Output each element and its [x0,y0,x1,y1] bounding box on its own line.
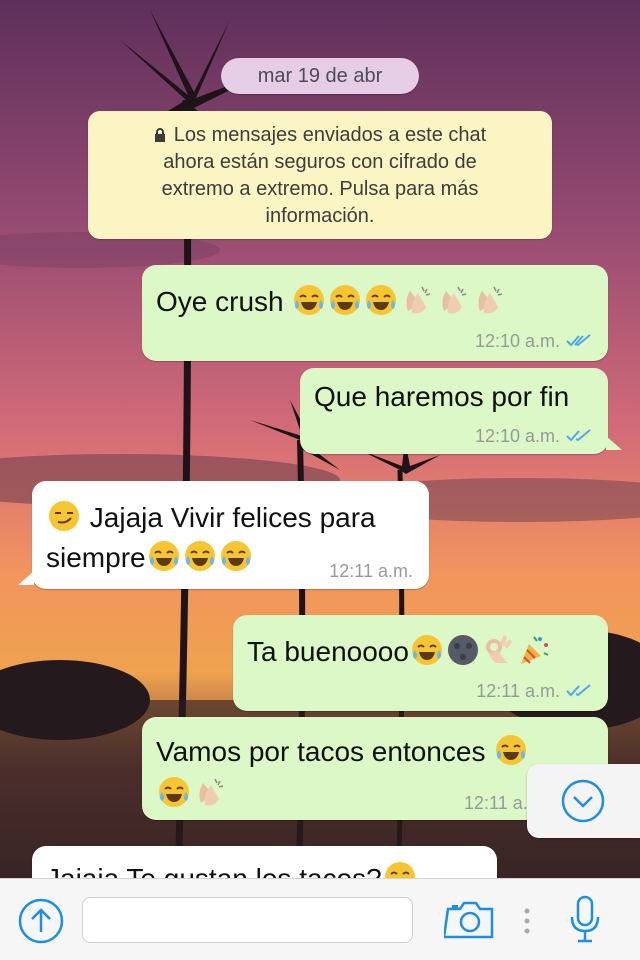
upload-icon[interactable] [17,897,65,945]
camera-icon[interactable] [444,899,496,941]
bubble-tail [18,571,34,585]
read-receipt-icon [566,334,591,347]
ok-hand-emoji-icon [485,635,512,663]
joy-emoji-icon [220,541,251,571]
message-bubble-outgoing[interactable]: Oye crush 12:10 a.m. [142,265,608,361]
encryption-notice-line: información. [265,205,375,227]
microphone-icon[interactable] [568,895,602,945]
message-meta: 12:10 a.m. [475,331,592,352]
joy-emoji-icon [496,735,527,765]
message-bubble-incoming[interactable]: Jajaja Vivir felices para siempre 12:11 … [18,481,429,589]
joy-emoji-icon [294,285,325,315]
message-text [156,775,228,813]
party-popper-emoji-icon [520,636,549,664]
lock-icon [154,128,165,142]
message-meta: 12:10 a.m. [475,426,592,447]
message-bubble-outgoing[interactable]: Que haremos por fin 12:10 a.m. [300,368,622,454]
encryption-notice[interactable]: Los mensajes enviados a este chat ahora … [88,111,552,239]
read-receipt-icon [566,429,591,442]
read-receipt-icon [566,684,591,697]
message-text: Jajaja Te gustan los tacos? [46,860,418,878]
message-bubble-incoming[interactable]: Jajaja Te gustan los tacos? [32,846,497,878]
message-meta: 12:11 a.m. [476,681,592,702]
chat-area[interactable]: mar 19 de abr Los mensajes enviados a es… [0,0,640,878]
message-composer [0,878,640,960]
joy-emoji-icon [384,862,415,878]
message-input[interactable] [82,897,413,943]
joy-emoji-icon [159,777,189,807]
more-dots-icon[interactable] [522,907,532,935]
message-text: Ta buenoooo [247,633,553,671]
joy-emoji-icon [330,285,361,315]
message-text: siempre [46,539,254,577]
date-separator: mar 19 de abr [221,58,419,94]
joy-emoji-icon [148,541,179,571]
joy-emoji-icon [184,541,215,571]
clap-emoji-icon [199,778,224,806]
scroll-to-bottom-button[interactable] [527,764,640,838]
joy-emoji-icon [411,635,442,665]
joy-emoji-icon [366,285,397,315]
message-text: Vamos por tacos entonces [156,733,529,771]
bubble-tail [606,436,622,450]
chevron-down-icon [561,779,605,823]
message-text: Jajaja Vivir felices para [46,499,376,537]
new-moon-face-emoji-icon [447,635,478,665]
clap-emoji-icon [478,286,503,314]
message-meta: 12:11 a.m. [329,561,413,581]
encryption-notice-line: Los mensajes enviados a este chat [88,122,552,149]
message-bubble-outgoing[interactable]: Ta buenoooo 12:11 a.m. [233,615,608,711]
smirk-emoji-icon [49,501,79,531]
clap-emoji-icon [442,286,467,314]
message-text: Que haremos por fin [314,381,570,412]
encryption-notice-line: ahora están seguros con cifrado de [163,151,477,173]
encryption-notice-line: extremo a extremo. Pulsa para más [161,178,479,200]
clap-emoji-icon [406,286,431,314]
message-text: Oye crush [156,283,507,321]
